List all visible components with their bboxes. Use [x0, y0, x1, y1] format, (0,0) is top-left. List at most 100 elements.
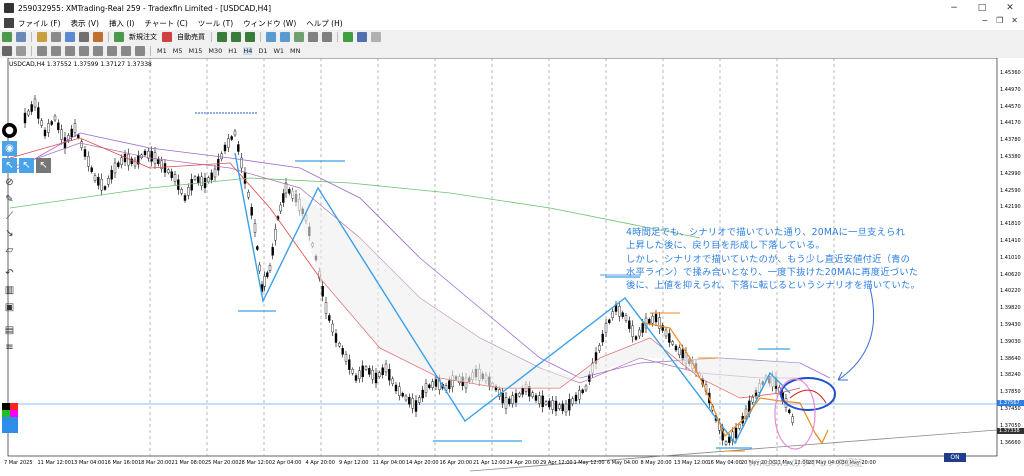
candle-body: [534, 395, 538, 401]
label-icon[interactable]: [121, 46, 131, 56]
profiles-icon[interactable]: [16, 32, 26, 42]
undo-icon[interactable]: ↶: [2, 266, 17, 281]
navigator-icon[interactable]: [65, 32, 75, 42]
autoscroll-icon[interactable]: [308, 32, 318, 42]
trendline-icon[interactable]: [65, 46, 75, 56]
periods-icon[interactable]: [357, 32, 367, 42]
candle-body: [374, 372, 378, 384]
candle-body: [668, 333, 671, 343]
chart-shift-icon[interactable]: [322, 32, 332, 42]
horizontal-line-icon[interactable]: [51, 46, 61, 56]
arrow-tool-icon[interactable]: ↘: [2, 226, 17, 241]
candle-body: [37, 107, 40, 119]
timeframe-m5[interactable]: M5: [173, 47, 183, 55]
templates-icon[interactable]: [371, 32, 381, 42]
arrows-icon[interactable]: [135, 46, 145, 56]
on-toggle-button[interactable]: ON: [944, 453, 966, 462]
annotation-line: 4時間足でも、シナリオで描いていた通り、20MAに一旦支えられ: [626, 227, 906, 238]
menu-help[interactable]: ヘルプ (H): [306, 18, 342, 29]
tile-windows-icon[interactable]: [294, 32, 304, 42]
price-tick-label: 1.38240: [1000, 372, 1021, 379]
maximize-button[interactable]: □: [968, 0, 996, 16]
terminal-icon[interactable]: [79, 32, 89, 42]
menu-chart[interactable]: チャート (C): [144, 18, 187, 29]
candle-body: [103, 186, 107, 190]
notes-icon[interactable]: ≡: [2, 340, 17, 355]
eye-icon[interactable]: ◉: [2, 141, 17, 156]
data-window-icon[interactable]: [51, 32, 61, 42]
candlestick-icon[interactable]: [231, 32, 241, 42]
zoom-in-icon[interactable]: [266, 32, 276, 42]
indicators-icon[interactable]: [343, 32, 353, 42]
timeframe-h4[interactable]: H4: [243, 47, 253, 55]
timeframe-h1[interactable]: H1: [228, 47, 237, 55]
eraser-icon[interactable]: ▱: [2, 243, 17, 258]
candle-body: [170, 171, 173, 178]
line-chart-icon[interactable]: [245, 32, 255, 42]
timeframe-m15[interactable]: M15: [189, 47, 203, 55]
clipboard-icon[interactable]: ▤: [2, 323, 17, 338]
price-tick-label: 1.41410: [1000, 238, 1021, 244]
lock-icon[interactable]: ▣: [2, 300, 17, 315]
menu-window[interactable]: ウィンドウ (W): [243, 18, 296, 29]
tester-icon[interactable]: [93, 32, 103, 42]
fibonacci-icon[interactable]: [93, 46, 103, 56]
menu-view[interactable]: 表示 (V): [71, 18, 99, 29]
timeframe-w1[interactable]: W1: [273, 47, 284, 55]
bar-chart-icon[interactable]: [217, 32, 227, 42]
pointer-tool-icon[interactable]: ↖: [2, 158, 17, 173]
candle-body: [200, 176, 203, 187]
pointer-gray-icon[interactable]: ↖: [36, 158, 51, 173]
new-order-icon[interactable]: [114, 32, 124, 42]
mdi-close-button[interactable]: ✕: [1011, 16, 1018, 25]
minimize-button[interactable]: −: [940, 0, 968, 16]
menu-bar: ファイル (F) 表示 (V) 挿入 (I) チャート (C) ツール (T) …: [0, 16, 1024, 30]
price-tick-label: 1.38640: [1000, 355, 1021, 362]
timeframe-m1[interactable]: M1: [157, 47, 167, 55]
price-tick-label: 1.42190: [1000, 204, 1021, 211]
candle-body: [634, 336, 638, 340]
chart-area[interactable]: USDCAD,H4 1.37552 1.37599 1.37127 1.3733…: [0, 58, 1024, 476]
market-watch-icon[interactable]: [37, 32, 47, 42]
candle-body: [578, 389, 581, 400]
candle-body: [147, 150, 150, 159]
timeframe-m30[interactable]: M30: [208, 47, 222, 55]
candle-body: [243, 172, 247, 184]
new-order-button[interactable]: 新規注文: [129, 32, 157, 42]
menu-tools[interactable]: ツール (T): [198, 18, 233, 29]
zoom-out-icon[interactable]: [280, 32, 290, 42]
activation-watermark: Windows のライセンス認証: [748, 459, 863, 469]
crosshair-icon[interactable]: [16, 46, 26, 56]
autotrade-button[interactable]: 自動売買: [177, 32, 205, 42]
channel-icon[interactable]: [79, 46, 89, 56]
bid-price-badge: 1.37567: [997, 400, 1024, 406]
candle-body: [100, 178, 103, 191]
vertical-line-icon[interactable]: [37, 46, 47, 56]
color-picker[interactable]: [2, 403, 18, 433]
lightbulb-icon[interactable]: ●: [2, 123, 17, 138]
candle-body: [564, 403, 568, 413]
menu-insert[interactable]: 挿入 (I): [109, 18, 134, 29]
timeframe-d1[interactable]: D1: [258, 47, 267, 55]
price-axis[interactable]: 1.45360 1.44970 1.44570 1.44170 1.43780 1.433…: [997, 58, 1024, 453]
mdi-minimize-button[interactable]: −: [981, 16, 988, 25]
pencil-icon[interactable]: ✎: [2, 192, 17, 207]
menu-file[interactable]: ファイル (F): [18, 18, 61, 29]
close-button[interactable]: ✕: [996, 0, 1024, 16]
new-chart-icon[interactable]: [2, 32, 12, 42]
no-entry-icon[interactable]: ⊘: [2, 175, 17, 190]
candle-body: [601, 333, 604, 343]
candle-body: [177, 179, 180, 190]
pointer-alt-icon[interactable]: ↖: [19, 158, 34, 173]
mdi-restore-button[interactable]: ❐: [996, 16, 1003, 25]
timeframe-mn[interactable]: MN: [290, 47, 300, 55]
candle-body: [561, 403, 564, 412]
candle-body: [203, 177, 207, 189]
symbol-info: USDCAD,H4 1.37552 1.37599 1.37127 1.3733…: [9, 61, 152, 68]
brush-icon[interactable]: ⟋: [2, 209, 17, 224]
cursor-icon[interactable]: [2, 46, 12, 56]
candle-body: [361, 365, 364, 378]
trash-icon[interactable]: ▥: [2, 283, 17, 298]
text-icon[interactable]: [107, 46, 117, 56]
autotrade-icon[interactable]: [162, 32, 172, 42]
